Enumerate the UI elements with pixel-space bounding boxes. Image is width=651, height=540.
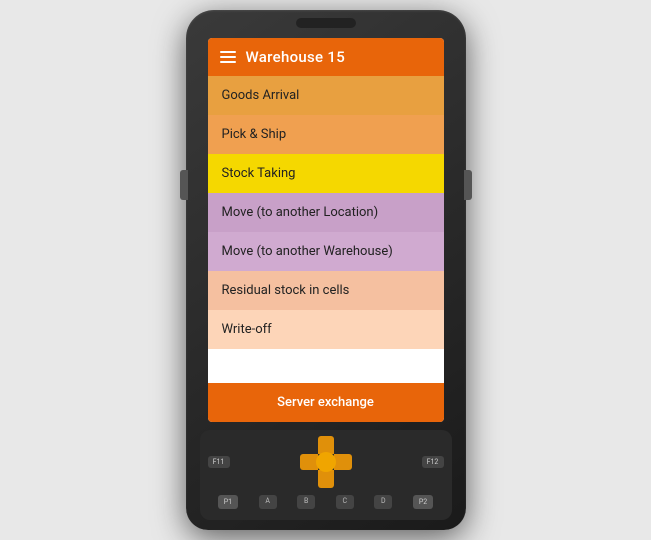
server-exchange-button[interactable]: Server exchange (208, 383, 444, 422)
dpad-right[interactable] (334, 454, 352, 470)
menu-item-goods-arrival[interactable]: Goods Arrival (208, 76, 444, 115)
p1-key[interactable]: P1 (218, 495, 238, 509)
key-a[interactable]: A (259, 495, 277, 509)
keypad: F11 F12 P1 A B C D P2 (200, 430, 452, 520)
dpad-down[interactable] (318, 470, 334, 488)
p2-key[interactable]: P2 (413, 495, 433, 509)
side-button-right[interactable] (464, 170, 472, 200)
keypad-top-row: F11 F12 (208, 436, 444, 488)
device: Warehouse 15 Goods ArrivalPick & ShipSto… (186, 10, 466, 530)
dpad-center[interactable] (316, 452, 336, 472)
menu-item-move-warehouse[interactable]: Move (to another Warehouse) (208, 232, 444, 271)
device-top-bump (296, 18, 356, 28)
menu-item-pick-ship[interactable]: Pick & Ship (208, 115, 444, 154)
dpad[interactable] (300, 436, 352, 488)
screen: Warehouse 15 Goods ArrivalPick & ShipSto… (208, 38, 444, 422)
menu-item-residual-stock[interactable]: Residual stock in cells (208, 271, 444, 310)
key-b[interactable]: B (297, 495, 315, 509)
bottom-keys-row: P1 A B C D P2 (208, 495, 444, 509)
key-c[interactable]: C (336, 495, 354, 509)
device-body: Warehouse 15 Goods ArrivalPick & ShipSto… (186, 10, 466, 530)
side-button-left[interactable] (180, 170, 188, 200)
menu-item-write-off[interactable]: Write-off (208, 310, 444, 349)
menu-item-stock-taking[interactable]: Stock Taking (208, 154, 444, 193)
fn11-key[interactable]: F11 (208, 456, 230, 468)
header-title: Warehouse 15 (246, 48, 346, 66)
menu-item-move-location[interactable]: Move (to another Location) (208, 193, 444, 232)
screen-header: Warehouse 15 (208, 38, 444, 76)
fn12-key[interactable]: F12 (422, 456, 444, 468)
menu-list: Goods ArrivalPick & ShipStock TakingMove… (208, 76, 444, 349)
key-d[interactable]: D (374, 495, 392, 509)
hamburger-icon[interactable] (220, 51, 236, 63)
